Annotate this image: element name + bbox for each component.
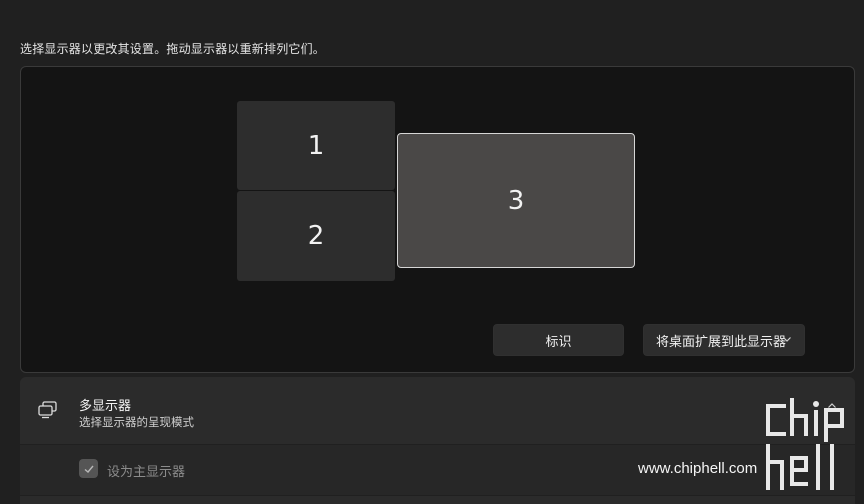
multi-monitor-icon [38,401,60,419]
display-arrangement-panel: 1 2 3 标识 将桌面扩展到此显示器 [20,66,855,373]
multi-display-section[interactable]: 多显示器 选择显示器的呈现模式 [20,377,855,444]
watermark-url: www.chiphell.com [638,460,758,477]
multi-display-subtitle: 选择显示器的呈现模式 [79,415,194,429]
monitor-1[interactable]: 1 [237,101,395,190]
primary-display-checkbox[interactable] [79,459,98,478]
multi-display-title: 多显示器 [79,399,132,414]
primary-display-label: 设为主显示器 [107,465,186,480]
monitor-2[interactable]: 2 [237,191,395,281]
extend-display-label: 将桌面扩展到此显示器 [656,334,787,350]
chevron-down-icon [782,334,792,347]
identify-button[interactable]: 标识 [493,324,624,356]
chiphell-watermark-logo [760,396,856,496]
instruction-text: 选择显示器以更改其设置。拖动显示器以重新排列它们。 [20,42,326,56]
next-section-edge [20,496,855,504]
extend-display-dropdown[interactable]: 将桌面扩展到此显示器 [643,324,805,356]
monitor-3[interactable]: 3 [397,133,635,268]
